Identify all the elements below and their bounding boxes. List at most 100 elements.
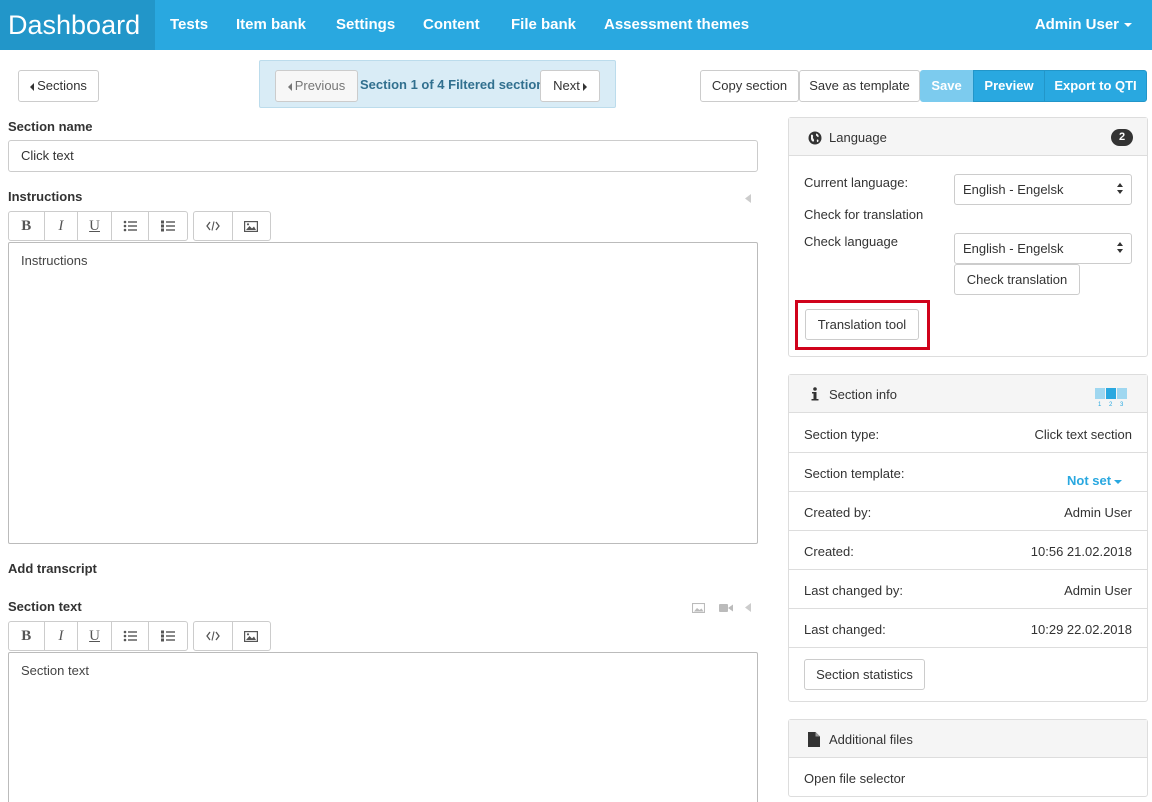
italic-button[interactable]: I <box>45 212 79 240</box>
nav-settings[interactable]: Settings <box>336 0 395 50</box>
nav-tests[interactable]: Tests <box>170 0 208 50</box>
language-panel: Language 2 Current language: English - E… <box>788 117 1148 357</box>
numbered-list-icon <box>161 220 176 232</box>
caret-left-icon <box>287 82 292 91</box>
open-file-selector-link[interactable]: Open file selector <box>804 771 905 786</box>
instructions-editor-text: Instructions <box>21 253 88 268</box>
row-divider <box>789 452 1147 453</box>
save-button[interactable]: Save <box>920 70 973 102</box>
bold-button[interactable]: B <box>9 622 45 650</box>
brand-dashboard-link[interactable]: Dashboard <box>0 0 155 50</box>
nav-assessment-themes[interactable]: Assessment themes <box>604 0 749 50</box>
current-language-select[interactable]: English - Engelsk <box>954 174 1132 205</box>
last-changed-value: 10:29 22.02.2018 <box>1030 622 1132 637</box>
bullet-list-icon <box>123 220 138 232</box>
caret-right-icon <box>582 82 587 91</box>
top-navbar: Dashboard Tests Item bank Settings Conte… <box>0 0 1152 50</box>
section-name-input[interactable]: Click text <box>8 140 758 172</box>
check-language-select[interactable]: English - Engelsk <box>954 233 1132 264</box>
video-icon[interactable] <box>719 603 733 613</box>
next-button[interactable]: Next <box>540 70 600 102</box>
numbered-list-button[interactable] <box>149 212 187 240</box>
file-icon <box>808 732 820 747</box>
caret-left-icon <box>30 82 35 91</box>
instructions-format-toolbar: B I U <box>8 211 188 241</box>
step-label-3: 3 <box>1120 402 1124 407</box>
section-text-editor-text: Section text <box>21 663 89 678</box>
step-progress-icon: 1 2 3 <box>1095 388 1127 407</box>
section-template-dropdown[interactable]: Not set <box>1067 473 1123 488</box>
select-arrows-icon <box>1117 242 1125 256</box>
section-type-label: Section type: <box>804 427 880 442</box>
code-icon <box>205 221 220 231</box>
export-qti-button[interactable]: Export to QTI <box>1044 70 1147 102</box>
code-view-button[interactable] <box>194 212 233 240</box>
created-by-value: Admin User <box>1064 505 1132 520</box>
section-type-value: Click text section <box>1034 427 1132 442</box>
image-icon[interactable] <box>692 603 705 613</box>
code-view-button[interactable] <box>194 622 233 650</box>
row-divider <box>789 647 1147 648</box>
instructions-label: Instructions <box>8 189 83 204</box>
copy-section-button[interactable]: Copy section <box>700 70 799 102</box>
preview-button[interactable]: Preview <box>973 70 1045 102</box>
instructions-editor[interactable]: Instructions <box>8 242 758 544</box>
current-language-label: Current language: <box>804 175 909 190</box>
section-name-label: Section name <box>8 119 93 134</box>
user-name: Admin User <box>1034 16 1119 33</box>
numbered-list-button[interactable] <box>149 622 187 650</box>
row-divider <box>789 569 1147 570</box>
insert-image-button[interactable] <box>233 212 271 240</box>
nav-file-bank[interactable]: File bank <box>511 0 576 50</box>
bullet-list-icon <box>123 630 138 642</box>
last-changed-label: Last changed: <box>804 622 886 637</box>
collapse-left-icon[interactable] <box>744 603 752 613</box>
save-as-template-button[interactable]: Save as template <box>799 70 920 102</box>
check-translation-button[interactable]: Check translation <box>954 264 1080 295</box>
bullet-list-button[interactable] <box>112 212 150 240</box>
caret-down-icon <box>1114 479 1123 484</box>
numbered-list-icon <box>161 630 176 642</box>
check-language-label: Check language <box>804 234 898 249</box>
last-changed-by-value: Admin User <box>1064 583 1132 598</box>
underline-button[interactable]: U <box>78 622 112 650</box>
add-transcript-link[interactable]: Add transcript <box>8 561 97 576</box>
info-icon <box>811 387 819 401</box>
italic-button[interactable]: I <box>45 622 79 650</box>
created-by-label: Created by: <box>804 505 872 520</box>
nav-content[interactable]: Content <box>423 0 480 50</box>
insert-image-button[interactable] <box>233 622 271 650</box>
nav-item-bank[interactable]: Item bank <box>236 0 306 50</box>
image-icon <box>244 630 259 642</box>
language-panel-title: Language <box>829 130 887 145</box>
sections-button[interactable]: Sections <box>18 70 99 102</box>
bold-button[interactable]: B <box>9 212 45 240</box>
bullet-list-button[interactable] <box>112 622 150 650</box>
image-icon <box>244 220 259 232</box>
created-value: 10:56 21.02.2018 <box>1030 544 1132 559</box>
language-count-badge: 2 <box>1111 129 1133 146</box>
step-label-2: 2 <box>1109 402 1113 407</box>
section-info-title: Section info <box>829 387 897 402</box>
code-icon <box>205 631 220 641</box>
globe-icon <box>808 131 822 145</box>
underline-button[interactable]: U <box>78 212 112 240</box>
row-divider <box>789 491 1147 492</box>
created-label: Created: <box>804 544 854 559</box>
collapse-left-icon[interactable] <box>744 194 752 204</box>
select-arrows-icon <box>1117 183 1125 197</box>
user-menu[interactable]: Admin User <box>1035 0 1132 50</box>
instructions-insert-toolbar <box>193 211 271 241</box>
section-text-label: Section text <box>8 599 82 614</box>
previous-button[interactable]: Previous <box>275 70 358 102</box>
additional-files-title: Additional files <box>829 732 913 747</box>
section-info-panel: Section info 1 2 3 Section type: Click t… <box>788 374 1148 702</box>
section-template-label: Section template: <box>804 466 905 481</box>
pager-status: Section 1 of 4 Filtered sections <box>360 77 552 92</box>
section-text-insert-toolbar <box>193 621 271 651</box>
section-statistics-button[interactable]: Section statistics <box>804 659 925 690</box>
section-text-editor[interactable]: Section text <box>8 652 758 802</box>
translation-tool-button[interactable]: Translation tool <box>805 309 919 340</box>
additional-files-panel: Additional files Open file selector <box>788 719 1148 797</box>
last-changed-by-label: Last changed by: <box>804 583 904 598</box>
